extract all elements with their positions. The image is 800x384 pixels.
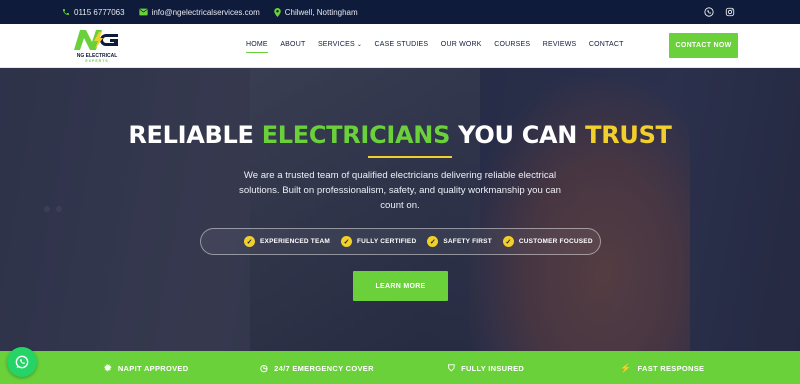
nav-item-services[interactable]: SERVICES ⌄ <box>318 41 362 48</box>
envelope-icon <box>138 8 148 16</box>
hero-lead-text: We are a trusted team of qualified elect… <box>239 170 561 211</box>
feature-item: ✓ FULLY CERTIFIED <box>341 236 416 247</box>
trust-item: ◷ 24/7 EMERGENCY COVER <box>260 363 374 374</box>
check-icon: ✓ <box>341 236 353 247</box>
contact-now-button[interactable]: CONTACT NOW <box>669 33 738 58</box>
nav-item-services-label: SERVICES <box>317 41 355 48</box>
location-info: Chilwell, Nottingham <box>273 7 358 17</box>
phone-text: 0115 6777063 <box>74 7 125 17</box>
clock-icon: ◷ <box>260 363 269 373</box>
feature-label: FULLY CERTIFIED <box>357 238 417 245</box>
whatsapp-icon <box>15 355 29 369</box>
nav-item-case-studies[interactable]: CASE STUDIES <box>375 41 429 48</box>
feature-item: ✓ EXPERIENCED TEAM <box>244 236 330 247</box>
trust-item-label: FULLY INSURED <box>461 364 525 373</box>
trust-item: ⚡ FAST RESPONSE <box>620 363 704 374</box>
nav-item-home[interactable]: HOME <box>246 41 268 53</box>
feature-label: EXPERIENCED TEAM <box>260 238 331 245</box>
badge-icon: ✹ <box>104 363 112 373</box>
top-contact-bar: 0115 6777063 info@ngelectricalservices.c… <box>0 0 800 24</box>
headline-part-2: ELECTRICIANS <box>261 121 451 149</box>
feature-item: ✓ CUSTOMER FOCUSED <box>502 236 593 247</box>
lightning-icon: ⚡ <box>620 363 632 373</box>
trust-item-label: 24/7 EMERGENCY COVER <box>274 364 374 373</box>
nav-item-courses[interactable]: COURSES <box>494 41 530 48</box>
feature-pill: ✓ EXPERIENCED TEAM ✓ FULLY CERTIFIED ✓ S… <box>200 228 601 255</box>
instagram-icon[interactable] <box>723 5 737 19</box>
headline-part-3: YOU CAN <box>450 121 586 149</box>
trust-item-label: NAPIT APPROVED <box>117 364 189 373</box>
phone-icon <box>62 8 70 16</box>
logo-mark-icon <box>74 30 118 50</box>
check-icon: ✓ <box>502 236 514 247</box>
whatsapp-icon[interactable] <box>702 5 716 19</box>
map-pin-icon <box>273 7 281 17</box>
headline-part-1: RELIABLE <box>128 121 262 149</box>
feature-item: ✓ SAFETY FIRST <box>427 236 492 247</box>
logo-tagline: EXPERTS <box>85 59 109 63</box>
headline-part-4: TRUST <box>585 121 672 149</box>
feature-label: SAFETY FIRST <box>443 238 492 245</box>
trust-item: ✹ NAPIT APPROVED <box>104 363 188 374</box>
nav-item-about[interactable]: ABOUT <box>280 41 305 48</box>
feature-label: CUSTOMER FOCUSED <box>518 238 593 245</box>
nav-menu: HOME ABOUT SERVICES ⌄ CASE STUDIES OUR WO… <box>246 41 636 53</box>
site-logo[interactable]: NG ELECTRICAL EXPERTS <box>72 28 122 64</box>
hero-headline: RELIABLE ELECTRICIANS YOU CAN TRUST <box>0 121 800 149</box>
shield-icon: ⛉ <box>448 363 456 373</box>
email-text: info@ngelectricalservices.com <box>151 7 260 17</box>
check-icon: ✓ <box>244 236 255 247</box>
email-link[interactable]: info@ngelectricalservices.com <box>138 7 260 17</box>
headline-underline <box>368 156 452 158</box>
check-icon: ✓ <box>427 236 439 247</box>
learn-more-button[interactable]: LEARN MORE <box>353 271 448 301</box>
trust-item: ⛉ FULLY INSURED <box>448 363 524 374</box>
whatsapp-chat-button[interactable] <box>7 347 37 377</box>
nav-item-our-work[interactable]: OUR WORK <box>441 41 482 48</box>
location-text: Chilwell, Nottingham <box>284 7 358 17</box>
nav-item-contact[interactable]: CONTACT <box>589 41 624 48</box>
trust-item-label: FAST RESPONSE <box>637 364 705 373</box>
phone-link[interactable]: 0115 6777063 <box>62 8 125 17</box>
nav-item-reviews[interactable]: REVIEWS <box>543 41 577 48</box>
chevron-down-icon: ⌄ <box>356 42 363 48</box>
